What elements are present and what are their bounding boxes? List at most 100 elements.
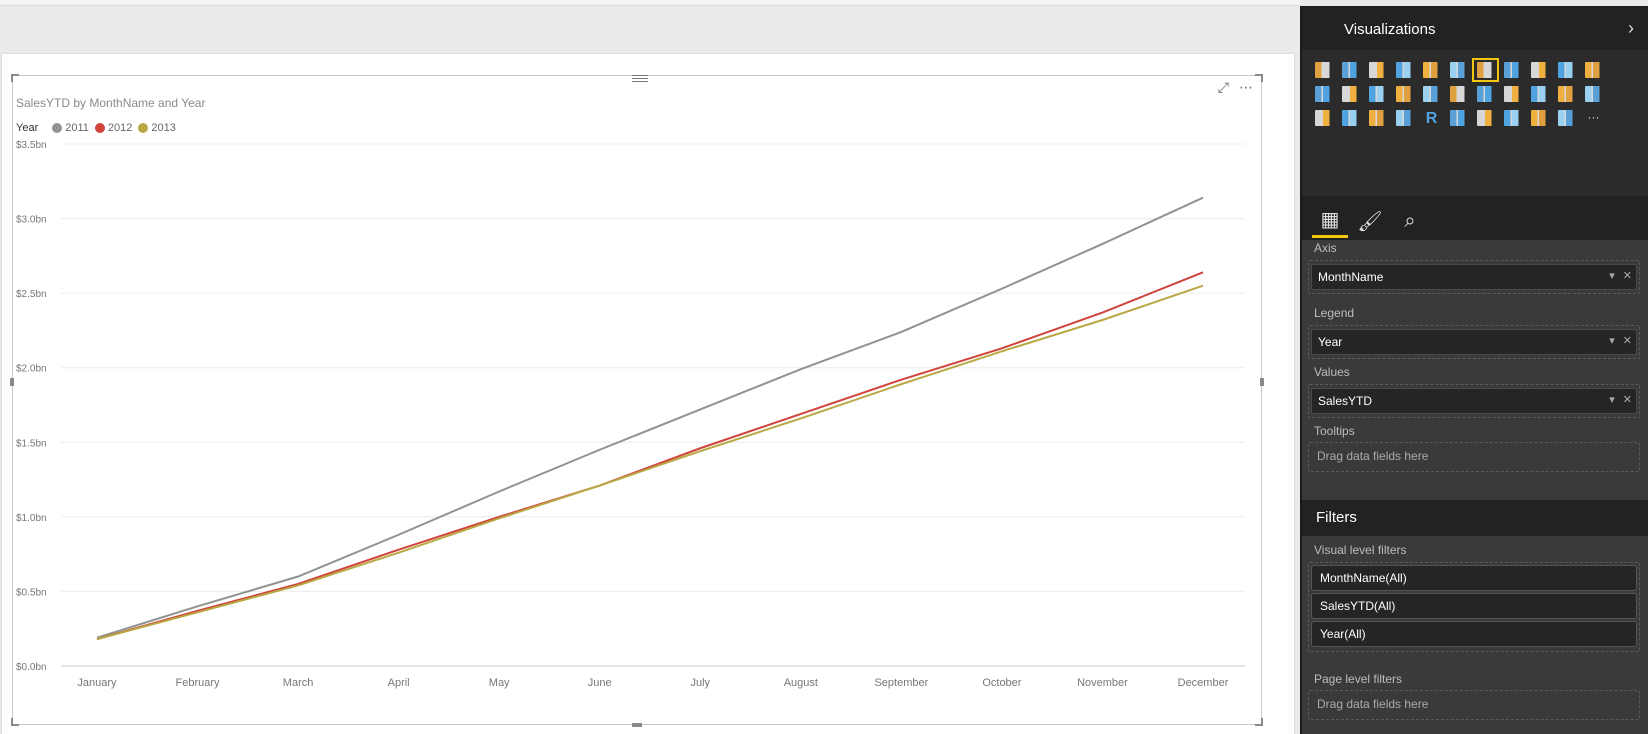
treemap-icon-glyph <box>1395 86 1414 102</box>
x-tick-label: April <box>388 677 410 689</box>
series-line-2012[interactable] <box>96 271 1204 641</box>
stacked-column-icon-glyph <box>1341 62 1360 78</box>
analytics-icon[interactable]: ⌕ <box>1392 204 1428 238</box>
values-well[interactable]: SalesYTD ▾ ✕ <box>1308 384 1640 418</box>
tooltips-well[interactable]: Drag data fields here <box>1308 442 1640 472</box>
matrix-icon[interactable] <box>1472 82 1499 106</box>
donut-chart-icon-glyph <box>1395 110 1414 126</box>
clustered-bar-icon-glyph <box>1368 62 1387 78</box>
image-icon-glyph <box>1530 110 1549 126</box>
100-stacked-column-icon-glyph <box>1449 62 1468 78</box>
scatter-chart-icon[interactable] <box>1337 82 1364 106</box>
table-icon[interactable] <box>1445 82 1472 106</box>
stacked-bar-icon[interactable] <box>1310 58 1337 82</box>
chevron-down-icon[interactable]: ▾ <box>1609 393 1615 406</box>
map-icon[interactable] <box>1418 82 1445 106</box>
map-icon-glyph <box>1422 86 1441 102</box>
multi-row-card-icon[interactable] <box>1580 82 1607 106</box>
pie-chart-icon[interactable] <box>1364 82 1391 106</box>
tooltips-placeholder: Drag data fields here <box>1317 449 1429 463</box>
visualizations-header: Visualizations › <box>1302 6 1648 50</box>
slicer-icon[interactable] <box>1364 106 1391 130</box>
funnel-icon[interactable] <box>1526 82 1553 106</box>
multi-row-card-icon-glyph <box>1584 86 1603 102</box>
area-chart-icon[interactable] <box>1499 58 1526 82</box>
treemap-icon[interactable] <box>1391 82 1418 106</box>
legend-well[interactable]: Year ▾ ✕ <box>1308 325 1640 359</box>
values-field-name: SalesYTD <box>1318 394 1373 408</box>
r-script-icon[interactable]: R <box>1418 106 1445 130</box>
line-chart-plot[interactable]: $0.0bn $0.5bn $1.0bn $1.5bn $2.0bn $2.5bn $3.0… <box>13 76 1263 726</box>
x-tick-label: July <box>690 677 710 689</box>
x-tick-label: May <box>489 677 510 689</box>
chevron-down-icon[interactable]: ▾ <box>1609 334 1615 347</box>
values-label: Values <box>1314 365 1350 379</box>
y-tick-label: $1.0bn <box>16 513 47 524</box>
visual-type-gallery: R ··· <box>1310 58 1640 130</box>
close-icon[interactable]: ✕ <box>1623 334 1632 347</box>
x-tick-label: September <box>874 677 928 689</box>
axis-well[interactable]: MonthName ▾ ✕ <box>1308 260 1640 294</box>
kpi-icon-glyph <box>1341 110 1360 126</box>
field-wells: Axis MonthName ▾ ✕ Legend Year ▾ ✕ Values … <box>1302 240 1648 500</box>
image-icon[interactable] <box>1526 106 1553 130</box>
close-icon[interactable]: ✕ <box>1623 269 1632 282</box>
filter-card-year[interactable]: Year(All) <box>1311 621 1637 647</box>
globe-icon[interactable] <box>1553 106 1580 130</box>
100-stacked-column-icon[interactable] <box>1445 58 1472 82</box>
page-level-filters-well[interactable]: Drag data fields here <box>1308 690 1640 720</box>
close-icon[interactable]: ✕ <box>1623 393 1632 406</box>
x-tick-label: January <box>77 677 117 689</box>
clustered-bar-icon[interactable] <box>1364 58 1391 82</box>
card-icon[interactable] <box>1310 106 1337 130</box>
gauge-icon[interactable] <box>1553 82 1580 106</box>
x-tick-label: October <box>982 677 1021 689</box>
chevron-right-icon[interactable]: › <box>1628 18 1634 39</box>
line-clustered-column-icon[interactable] <box>1553 58 1580 82</box>
chevron-down-icon[interactable]: ▾ <box>1609 269 1615 282</box>
stacked-area-icon[interactable] <box>1526 58 1553 82</box>
filter-card-monthname[interactable]: MonthName(All) <box>1311 565 1637 591</box>
kpi-icon[interactable] <box>1337 106 1364 130</box>
line-chart-visual[interactable]: ⤢ ⋯ SalesYTD by MonthName and Year Year … <box>10 74 1264 727</box>
table-visual-icon-glyph <box>1476 110 1495 126</box>
visual-gallery-row <box>1310 82 1640 106</box>
shape-map-icon[interactable] <box>1445 106 1472 130</box>
visual-level-filters-well[interactable]: MonthName(All) SalesYTD(All) Year(All) <box>1308 562 1640 652</box>
donut-chart-icon[interactable] <box>1391 106 1418 130</box>
axis-field-name: MonthName <box>1318 270 1384 284</box>
table-icon-glyph <box>1449 86 1468 102</box>
line-chart-icon[interactable] <box>1472 58 1499 82</box>
stacked-area-icon-glyph <box>1530 62 1549 78</box>
x-tick-label: June <box>588 677 612 689</box>
more-visuals-icon[interactable]: ··· <box>1580 106 1607 130</box>
filters-header: Filters <box>1302 500 1648 536</box>
series-line-2011[interactable] <box>96 196 1204 639</box>
area-chart-icon-glyph <box>1503 62 1522 78</box>
clustered-column-icon-glyph <box>1395 62 1414 78</box>
stacked-column-icon[interactable] <box>1337 58 1364 82</box>
ribbon-chart-icon[interactable] <box>1310 82 1337 106</box>
line-stacked-column-icon[interactable] <box>1580 58 1607 82</box>
table-visual-icon[interactable] <box>1472 106 1499 130</box>
clustered-column-icon[interactable] <box>1391 58 1418 82</box>
matrix-visual-icon[interactable] <box>1499 106 1526 130</box>
page-filters-placeholder: Drag data fields here <box>1317 697 1429 711</box>
legend-field-pill[interactable]: Year ▾ ✕ <box>1311 329 1637 355</box>
pie-chart-icon-glyph <box>1368 86 1387 102</box>
fields-icon[interactable]: ▦ <box>1312 204 1348 238</box>
x-tick-label: August <box>784 677 818 689</box>
100-stacked-bar-icon[interactable] <box>1418 58 1445 82</box>
y-tick-label: $0.0bn <box>16 662 47 673</box>
axis-field-pill[interactable]: MonthName ▾ ✕ <box>1311 264 1637 290</box>
visualizations-title: Visualizations <box>1344 21 1436 38</box>
y-tick-label: $2.0bn <box>16 364 47 375</box>
format-paint-roller-icon[interactable]: 🖌 <box>1352 204 1388 238</box>
funnel-icon-glyph <box>1530 86 1549 102</box>
filter-card-salesytd[interactable]: SalesYTD(All) <box>1311 593 1637 619</box>
legend-well-label: Legend <box>1314 306 1355 320</box>
filled-map-icon[interactable] <box>1499 82 1526 106</box>
pane-tabs: ▦ 🖌 ⌕ <box>1302 196 1648 240</box>
values-field-pill[interactable]: SalesYTD ▾ ✕ <box>1311 388 1637 414</box>
filters-title: Filters <box>1316 509 1357 526</box>
